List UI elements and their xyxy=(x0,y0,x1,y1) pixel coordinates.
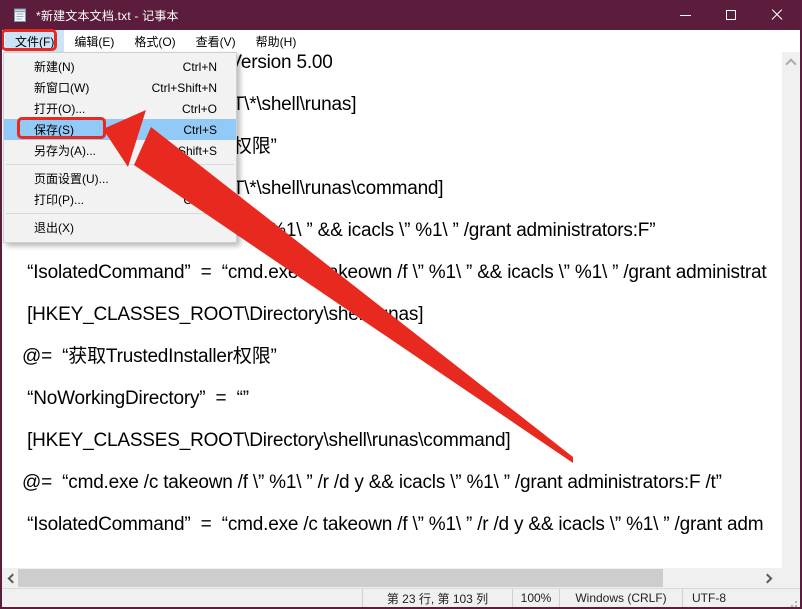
menubar-item[interactable]: 编辑(E) xyxy=(64,30,124,52)
editor-line: @= “cmd.exe /c takeown /f \” %1\ ” /r /d… xyxy=(22,472,782,493)
cursor-position: 第 23 行, 第 103 列 xyxy=(362,589,512,607)
editor-line: “IsolatedCommand” = “cmd.exe /c takeown … xyxy=(22,514,782,535)
line-ending: Windows (CRLF) xyxy=(559,589,682,607)
notepad-window: *新建文本文档.txt - 记事本 文件(F)编辑(E)格式(O)查看(V)帮助… xyxy=(0,0,802,609)
menu-item[interactable]: 新建(N) Ctrl+N xyxy=(4,56,236,77)
menu-item[interactable]: 新窗口(W) Ctrl+Shift+N xyxy=(4,77,236,98)
resize-grip-icon[interactable] xyxy=(795,601,797,603)
menu-separator xyxy=(6,213,234,214)
menu-item[interactable]: 保存(S) Ctrl+S xyxy=(4,119,236,140)
menu-item-label: 打开(O)... xyxy=(4,100,85,117)
menu-item-shortcut: Ctrl+P xyxy=(183,193,236,207)
editor-line: [HKEY_CLASSES_ROOT\Directory\shell\runas… xyxy=(22,430,782,451)
horizontal-scrollbar[interactable] xyxy=(2,568,800,588)
menu-item-shortcut: Ctrl+Shift+S xyxy=(152,144,236,158)
scroll-right-icon xyxy=(763,573,773,583)
menu-item-label: 保存(S) xyxy=(4,121,74,138)
menu-bar: 文件(F)编辑(E)格式(O)查看(V)帮助(H) xyxy=(2,30,800,52)
menubar-item[interactable]: 帮助(H) xyxy=(246,30,307,52)
close-button[interactable] xyxy=(754,0,800,30)
horizontal-scroll-thumb[interactable] xyxy=(18,569,663,587)
notepad-icon xyxy=(12,7,28,23)
menu-item[interactable]: 打印(P)... Ctrl+P xyxy=(4,189,236,210)
editor-line: [HKEY_CLASSES_ROOT\Directory\shell\runas… xyxy=(22,304,782,325)
menu-item-label: 新窗口(W) xyxy=(4,79,89,96)
menu-item-shortcut: Ctrl+Shift+N xyxy=(152,81,236,95)
menu-item[interactable]: 另存为(A)... Ctrl+Shift+S xyxy=(4,140,236,161)
file-menu-dropdown: 新建(N) Ctrl+N 新窗口(W) Ctrl+Shift+N 打开(O)... Ctr… xyxy=(3,52,237,243)
menu-item-label: 页面设置(U)... xyxy=(4,170,109,187)
editor-line: “IsolatedCommand” = “cmd.exe /c takeown … xyxy=(22,262,782,283)
editor-line: @= “获取TrustedInstaller权限” xyxy=(22,346,782,367)
menu-item-shortcut: Ctrl+O xyxy=(182,102,236,116)
encoding: UTF-8 xyxy=(682,589,800,607)
menubar-item[interactable]: 格式(O) xyxy=(124,30,185,52)
scroll-right-button[interactable] xyxy=(760,568,778,588)
scroll-up-icon[interactable] xyxy=(785,58,796,69)
menu-item-label: 打印(P)... xyxy=(4,191,84,208)
menu-item[interactable]: 页面设置(U)... xyxy=(4,168,236,189)
menubar-item[interactable]: 查看(V) xyxy=(186,30,246,52)
maximize-icon xyxy=(726,10,736,20)
menu-item-label: 退出(X) xyxy=(4,219,74,236)
scroll-left-icon xyxy=(8,573,18,583)
menu-item-shortcut: Ctrl+S xyxy=(183,123,236,137)
menu-item-label: 另存为(A)... xyxy=(4,142,96,159)
vertical-scrollbar[interactable] xyxy=(782,52,800,568)
zoom-level: 100% xyxy=(512,589,559,607)
menu-item[interactable]: 打开(O)... Ctrl+O xyxy=(4,98,236,119)
menu-separator xyxy=(6,164,234,165)
close-icon xyxy=(771,9,783,21)
title-bar: *新建文本文档.txt - 记事本 xyxy=(2,0,800,30)
status-bar: 第 23 行, 第 103 列 100% Windows (CRLF) UTF-… xyxy=(2,588,800,607)
menu-item-shortcut: Ctrl+N xyxy=(183,60,236,74)
editor-line: “NoWorkingDirectory” = “” xyxy=(22,388,782,409)
minimize-button[interactable] xyxy=(662,0,708,30)
minimize-icon xyxy=(680,15,691,16)
maximize-button[interactable] xyxy=(708,0,754,30)
menu-item-label: 新建(N) xyxy=(4,58,75,75)
window-title: *新建文本文档.txt - 记事本 xyxy=(36,7,179,24)
menubar-item[interactable]: 文件(F) xyxy=(5,30,64,52)
menu-item[interactable]: 退出(X) xyxy=(4,217,236,238)
